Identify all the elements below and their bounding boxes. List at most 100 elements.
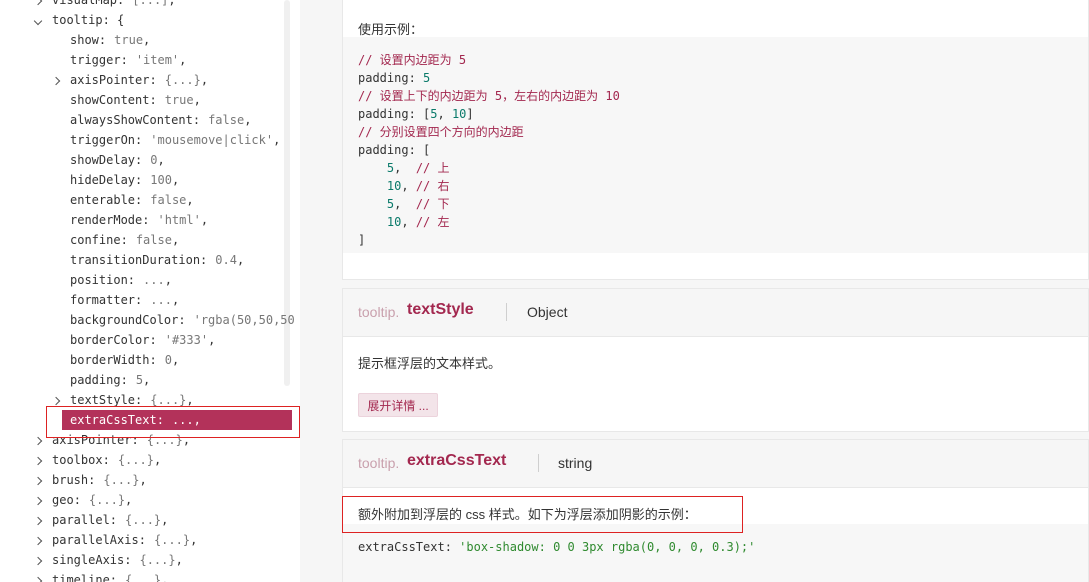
tree-item-separator: , bbox=[139, 473, 147, 487]
tree-item-value: {...} bbox=[88, 493, 126, 507]
textstyle-doc-card: tooltip. textStyle Object 提示框浮层的文本样式。 展开… bbox=[342, 288, 1089, 432]
tree-item-key: toolbox bbox=[52, 453, 103, 467]
tree-item-colon: : bbox=[135, 293, 143, 307]
tree-item-triggeron[interactable]: triggerOn: 'mousemove|click', bbox=[0, 130, 284, 150]
tree-item-colon: : bbox=[138, 533, 146, 547]
tree-item-key: confine bbox=[70, 233, 121, 247]
tree-item-visualmap[interactable]: visualMap: [...], bbox=[0, 0, 284, 10]
chevron-down-icon bbox=[33, 16, 43, 26]
tree-item-bordercolor[interactable]: borderColor: '#333', bbox=[0, 330, 284, 350]
tree-item-enterable[interactable]: enterable: false, bbox=[0, 190, 284, 210]
tree-item-value: true bbox=[164, 93, 194, 107]
tree-item-geo[interactable]: geo: {...}, bbox=[0, 490, 284, 510]
tree-item-colon: : bbox=[200, 253, 208, 267]
tree-item-key: alwaysShowContent bbox=[70, 113, 193, 127]
tree-item-key: singleAxis bbox=[52, 553, 125, 567]
property-prefix: tooltip. bbox=[358, 304, 400, 320]
chevron-right-icon[interactable] bbox=[32, 470, 44, 490]
header-divider bbox=[506, 303, 507, 321]
chevron-right-icon bbox=[33, 576, 43, 582]
chevron-right-icon[interactable] bbox=[32, 550, 44, 570]
tree-item-show[interactable]: show: true, bbox=[0, 30, 284, 50]
tree-item-padding[interactable]: padding: 5, bbox=[0, 370, 284, 390]
highlight-box-tree-item bbox=[46, 406, 300, 438]
tree-item-key: brush bbox=[52, 473, 89, 487]
chevron-right-icon bbox=[33, 496, 43, 506]
tree-item-key: enterable bbox=[70, 193, 136, 207]
tree-item-value: {...} bbox=[150, 393, 187, 407]
chevron-right-icon[interactable] bbox=[50, 70, 62, 90]
tree-item-value: 100 bbox=[150, 173, 172, 187]
tree-item-separator: { bbox=[109, 13, 125, 27]
tree-item-key: padding bbox=[70, 373, 121, 387]
tree-item-separator: , bbox=[153, 453, 162, 467]
tree-item-key: showContent bbox=[70, 93, 150, 107]
tree-item-separator: , bbox=[193, 93, 201, 107]
chevron-right-icon[interactable] bbox=[32, 0, 44, 10]
tree-item-separator: , bbox=[161, 573, 169, 582]
highlight-box-description bbox=[342, 496, 743, 533]
tree-item-trigger[interactable]: trigger: 'item', bbox=[0, 50, 284, 70]
tree-item-formatter[interactable]: formatter:..., bbox=[0, 290, 284, 310]
tree-item-separator: , bbox=[200, 213, 209, 227]
tree-item-backgroundcolor[interactable]: backgroundColor: 'rgba(50,50,50 bbox=[0, 310, 295, 330]
code-line: // 设置内边距为 5 bbox=[358, 53, 467, 67]
property-type: string bbox=[558, 455, 593, 471]
chevron-right-icon[interactable] bbox=[32, 430, 44, 450]
tree-item-hidedelay[interactable]: hideDelay: 100, bbox=[0, 170, 284, 190]
code-line: padding: [ bbox=[358, 143, 431, 157]
tree-item-parallel[interactable]: parallel: {...}, bbox=[0, 510, 284, 530]
chevron-right-icon[interactable] bbox=[32, 530, 44, 550]
tree-item-separator: , bbox=[244, 113, 252, 127]
tree-item-colon: : bbox=[109, 513, 118, 527]
tree-item-key: timeline bbox=[52, 573, 110, 582]
tree-item-showdelay[interactable]: showDelay: 0, bbox=[0, 150, 284, 170]
code-key: extraCssText: bbox=[358, 540, 452, 554]
tree-item-singleaxis[interactable]: singleAxis: {...}, bbox=[0, 550, 284, 570]
tree-item-transitionduration[interactable]: transitionDuration: 0.4, bbox=[0, 250, 284, 270]
tree-item-showcontent[interactable]: showContent: true, bbox=[0, 90, 284, 110]
textstyle-description: 提示框浮层的文本样式。 bbox=[358, 356, 502, 371]
tree-item-separator: , bbox=[236, 253, 245, 267]
tree-item-key: transitionDuration bbox=[70, 253, 201, 267]
tree-item-parallelaxis[interactable]: parallelAxis: {...}, bbox=[0, 530, 284, 550]
chevron-right-icon[interactable] bbox=[32, 450, 44, 470]
tree-item-confine[interactable]: confine: false, bbox=[0, 230, 284, 250]
tree-item-rendermode[interactable]: renderMode: 'html', bbox=[0, 210, 284, 230]
tree-item-value: {...} bbox=[125, 513, 162, 527]
tree-item-key: show bbox=[70, 33, 99, 47]
tree-item-value: ... bbox=[150, 293, 172, 307]
tree-item-colon: : bbox=[124, 553, 132, 567]
tree-item-value: false bbox=[150, 193, 187, 207]
property-type: Object bbox=[527, 304, 568, 320]
padding-code-block: // 设置内边距为 5 padding: 5 // 设置上下的内边距为 5，左右的内… bbox=[343, 37, 1088, 253]
tree-item-value: {...} bbox=[164, 73, 201, 87]
tree-item-toolbox[interactable]: toolbox: {...}, bbox=[0, 450, 284, 470]
chevron-down-icon[interactable] bbox=[32, 10, 44, 30]
code-line: // 设置上下的内边距为 5，左右的内边距为 10 bbox=[358, 89, 620, 103]
padding-doc-card: 使用示例： // 设置内边距为 5 padding: 5 // 设置上下的内边距为 … bbox=[342, 0, 1089, 280]
chevron-right-icon bbox=[33, 436, 43, 446]
chevron-right-icon bbox=[33, 476, 43, 486]
tree-item-alwaysshowcontent[interactable]: alwaysShowContent: false, bbox=[0, 110, 284, 130]
tree-item-value: 'item' bbox=[135, 53, 180, 67]
tree-item-separator: , bbox=[157, 153, 165, 167]
tree-item-value: 0 bbox=[150, 153, 158, 167]
tree-item-timeline[interactable]: timeline: {...}, bbox=[0, 570, 284, 582]
tree-item-colon: : bbox=[149, 353, 157, 367]
tree-item-axispointer[interactable]: axisPointer: {...}, bbox=[0, 70, 284, 90]
chevron-right-icon[interactable] bbox=[32, 490, 44, 510]
tree-item-separator: , bbox=[171, 173, 180, 187]
tree-item-key: trigger bbox=[70, 53, 121, 67]
tree-item-brush[interactable]: brush: {...}, bbox=[0, 470, 284, 490]
tree-item-tooltip[interactable]: tooltip: { bbox=[0, 10, 284, 30]
tree-item-borderwidth[interactable]: borderWidth: 0, bbox=[0, 350, 284, 370]
tree-item-colon: : bbox=[88, 473, 96, 487]
chevron-right-icon[interactable] bbox=[32, 510, 44, 530]
tree-item-position[interactable]: position:..., bbox=[0, 270, 284, 290]
expand-details-button[interactable]: 展开详情 ... bbox=[358, 393, 438, 417]
tree-item-value: {...} bbox=[153, 533, 191, 547]
tree-item-colon: : bbox=[120, 233, 128, 247]
chevron-right-icon[interactable] bbox=[32, 570, 44, 582]
tree-item-colon: : bbox=[149, 333, 157, 347]
